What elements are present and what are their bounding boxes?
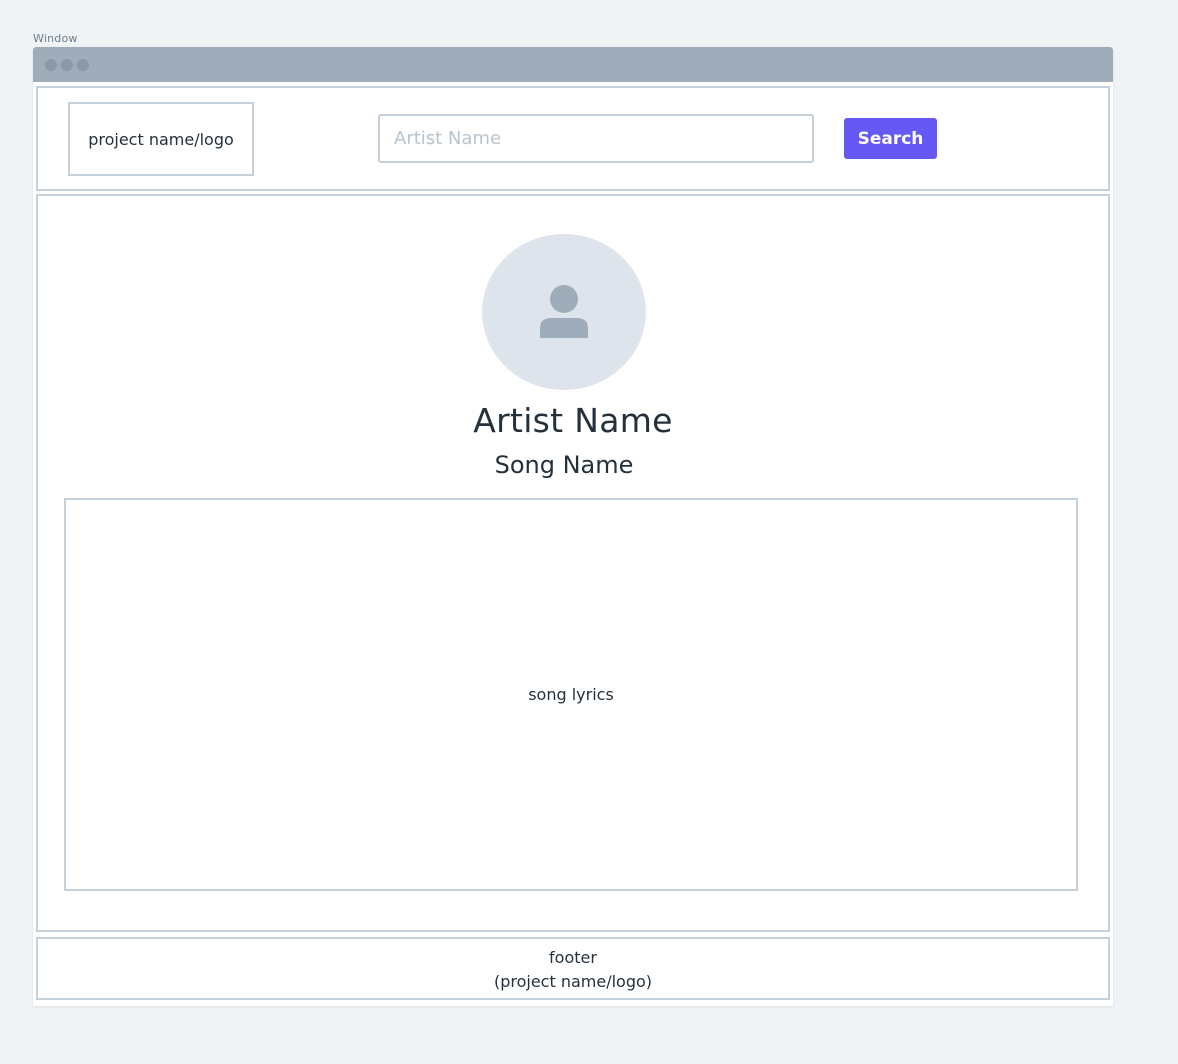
page-header: project name/logo Search: [36, 86, 1110, 191]
main-content: Artist Name Song Name song lyrics: [36, 194, 1110, 932]
window-control-dot[interactable]: [61, 59, 73, 71]
window-control-dot[interactable]: [45, 59, 57, 71]
window-titlebar: [33, 47, 1113, 82]
song-lyrics-text: song lyrics: [528, 685, 614, 704]
window-control-dot[interactable]: [77, 59, 89, 71]
artist-search-input[interactable]: [378, 114, 814, 163]
song-lyrics-panel: song lyrics: [64, 498, 1078, 891]
page-footer: footer (project name/logo): [36, 937, 1110, 1000]
artist-name-heading: Artist Name: [473, 401, 673, 440]
footer-project-logo: (project name/logo): [493, 972, 653, 991]
window-label: Window: [33, 32, 78, 45]
user-icon: [540, 285, 588, 338]
search-button[interactable]: Search: [844, 118, 937, 159]
footer-text: footer (project name/logo): [38, 946, 1108, 994]
project-logo[interactable]: project name/logo: [68, 102, 254, 176]
song-name-heading: Song Name: [494, 451, 634, 479]
canvas: Window project name/logo Search Artist N…: [0, 0, 1178, 1064]
artist-avatar: [482, 234, 646, 390]
browser-window: project name/logo Search Artist Name Son…: [33, 47, 1113, 1006]
footer-label: footer: [549, 948, 597, 967]
